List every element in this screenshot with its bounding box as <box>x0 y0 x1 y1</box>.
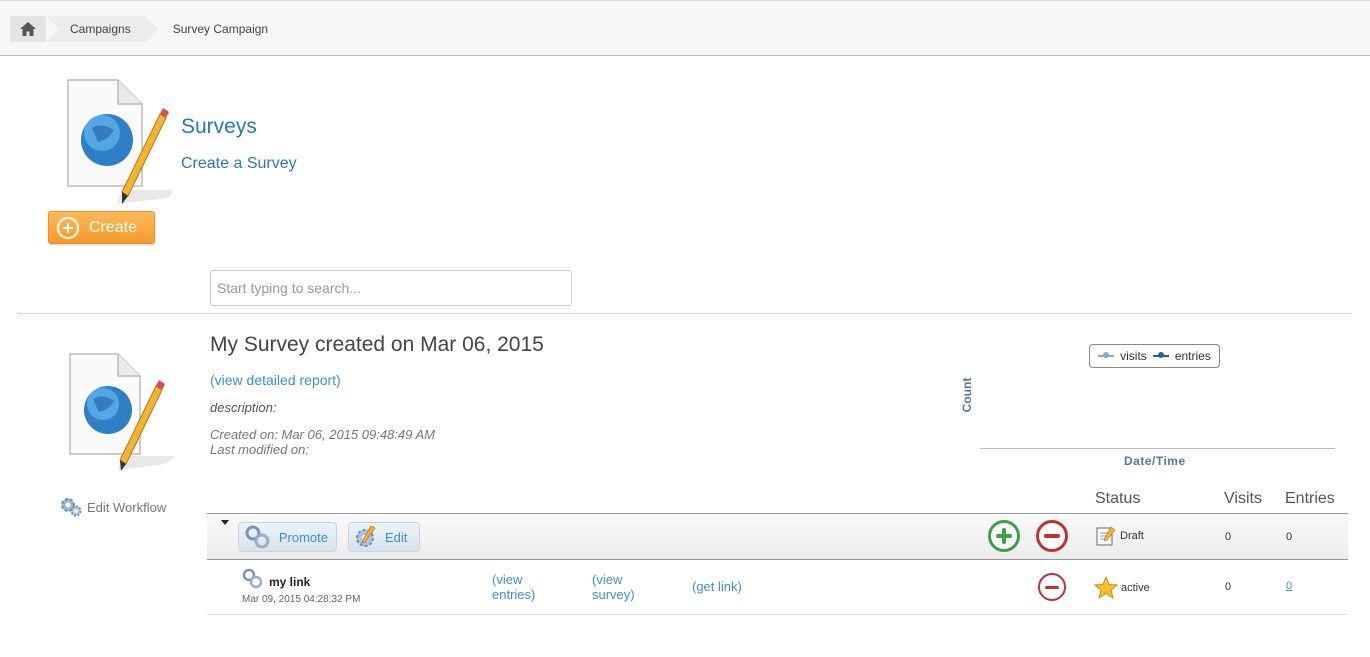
column-header-entries: Entries <box>1285 490 1335 507</box>
create-button[interactable]: Create <box>48 211 155 244</box>
created-on-text: Created on: Mar 06, 2015 09:48:49 AM <box>210 427 435 442</box>
status-draft: Draft <box>1096 526 1144 546</box>
chart-y-axis-label: Count <box>960 377 974 413</box>
create-survey-link[interactable]: Create a Survey <box>181 155 297 173</box>
link-date: Mar 09, 2015 04:28:32 PM <box>242 594 361 605</box>
survey-title: My Survey created on Mar 06, 2015 <box>210 333 544 356</box>
edit-gear-icon <box>356 525 376 547</box>
promote-label: Promote <box>278 529 328 545</box>
view-survey-link[interactable]: (view survey) <box>592 572 635 602</box>
view-entries-line-2: entries) <box>492 587 536 602</box>
status-draft-label: Draft <box>1120 530 1144 542</box>
gear-icon <box>61 498 82 517</box>
chart-x-axis <box>980 448 1335 449</box>
column-header-status: Status <box>1095 490 1141 507</box>
breadcrumb: Campaigns Survey Campaign <box>10 16 268 42</box>
chart-legend: visits entries <box>1089 344 1220 368</box>
status-active-label: active <box>1121 581 1150 594</box>
plus-circle-icon <box>57 216 79 239</box>
promote-button[interactable]: Promote <box>238 522 337 552</box>
add-link-icon[interactable] <box>988 520 1020 552</box>
survey-document-icon <box>67 79 172 204</box>
collapse-arrow-icon[interactable] <box>221 520 229 525</box>
link-name: my link <box>269 575 311 589</box>
create-button-label: Create <box>89 218 138 236</box>
link-entries-count[interactable]: 0 <box>1286 580 1292 592</box>
legend-entries-marker <box>1152 352 1169 358</box>
home-icon <box>20 22 36 36</box>
chart-x-axis-label: Date/Time <box>1124 454 1186 468</box>
draft-note-icon <box>1096 526 1116 546</box>
breadcrumb-campaigns[interactable]: Campaigns <box>46 16 158 42</box>
survey-entries-count: 0 <box>1286 531 1293 543</box>
link-visits-count: 0 <box>1225 581 1232 593</box>
description-label: description: <box>210 400 277 415</box>
legend-visits-marker <box>1098 352 1115 358</box>
breadcrumb-survey-campaign: Survey Campaign <box>172 22 269 36</box>
edit-workflow-link[interactable]: Edit Workflow <box>60 497 166 517</box>
column-header-visits: Visits <box>1224 490 1262 507</box>
view-survey-line-1: (view <box>592 572 623 587</box>
edit-button[interactable]: Edit <box>348 522 420 552</box>
view-survey-line-2: survey) <box>592 587 635 602</box>
edit-workflow-label: Edit Workflow <box>87 499 167 515</box>
edit-label: Edit <box>385 529 408 545</box>
page-title: Surveys <box>181 115 257 138</box>
top-bar: Campaigns Survey Campaign <box>0 0 1370 56</box>
legend-entries-label: entries <box>1174 349 1211 363</box>
status-active: active <box>1094 576 1150 599</box>
legend-visits-label: visits <box>1120 349 1147 363</box>
last-modified-text: Last modified on: <box>210 442 310 457</box>
view-entries-link[interactable]: (view entries) <box>492 572 535 602</box>
link-icon <box>242 568 263 589</box>
view-entries-line-1: (view <box>492 572 523 587</box>
delete-survey-icon[interactable] <box>1036 520 1068 552</box>
get-link-link[interactable]: (get link) <box>692 579 742 594</box>
view-detailed-report-link[interactable]: (view detailed report) <box>210 372 341 388</box>
delete-link-icon[interactable] <box>1038 573 1066 601</box>
divider <box>19 313 1351 314</box>
survey-visits-count: 0 <box>1225 531 1232 543</box>
row-divider <box>207 614 1348 615</box>
search-input[interactable] <box>210 270 572 306</box>
star-icon <box>1094 576 1118 599</box>
link-chain-icon <box>245 525 270 549</box>
breadcrumb-home[interactable] <box>10 16 59 42</box>
survey-item-icon <box>69 353 174 471</box>
